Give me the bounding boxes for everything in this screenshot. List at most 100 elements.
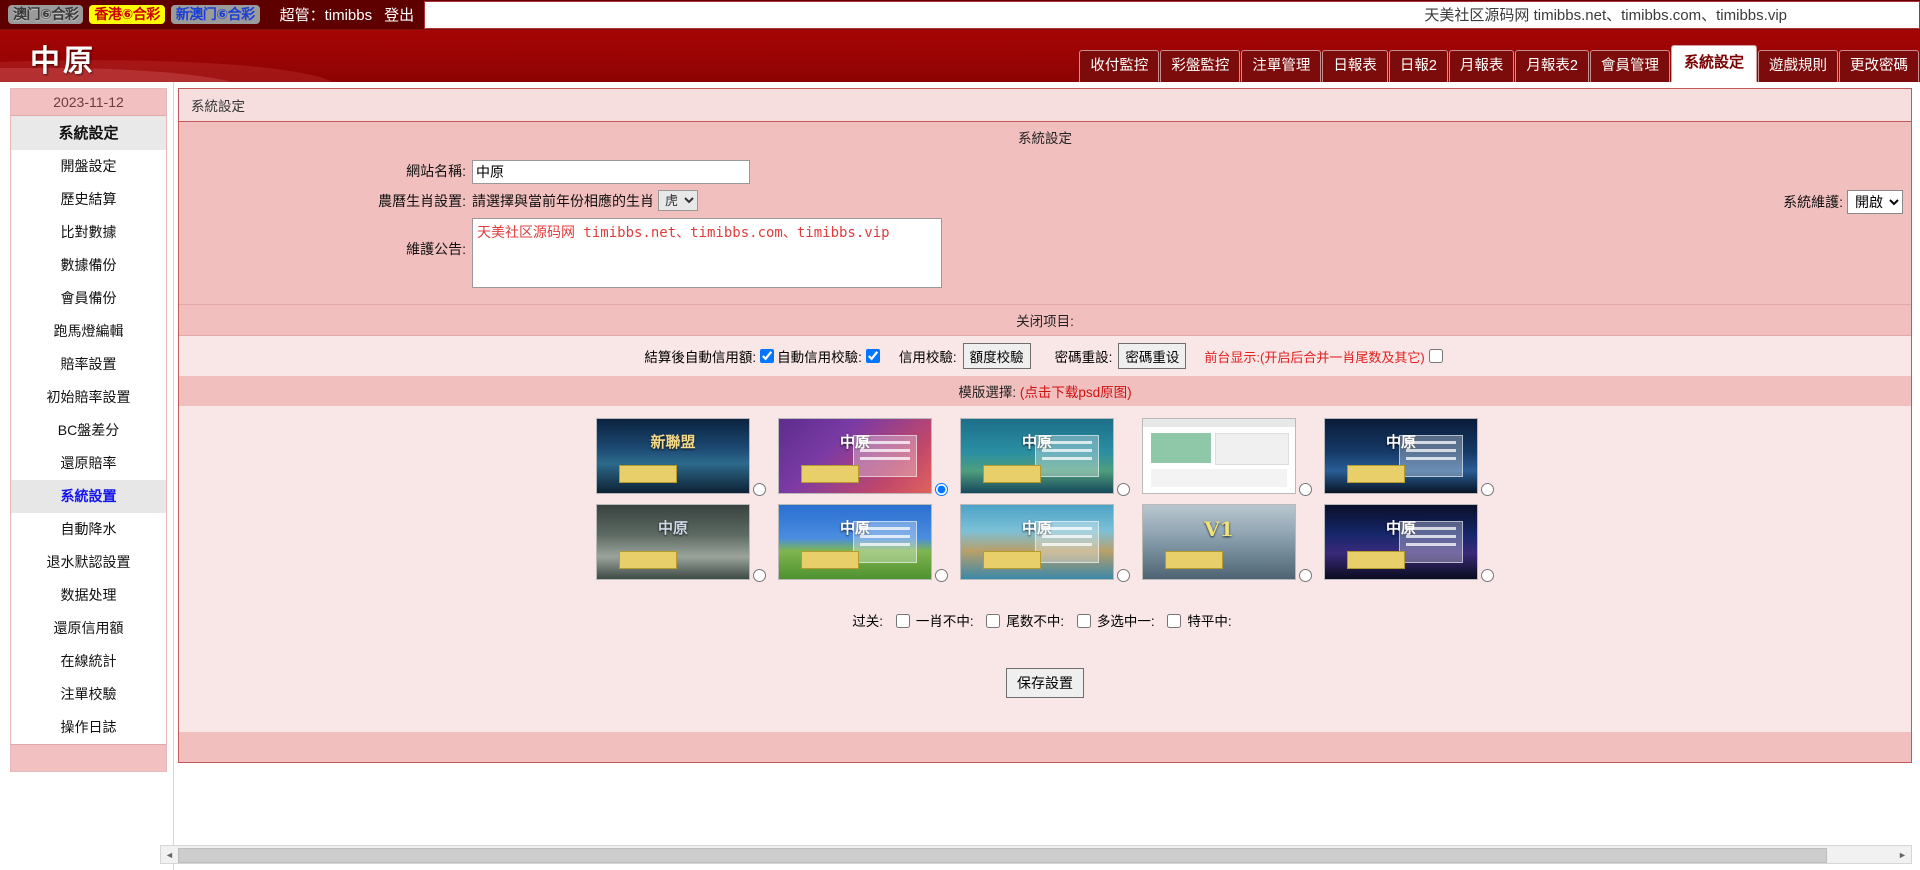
nav-item-payment-monitor[interactable]: 收付監控 [1079, 50, 1159, 82]
template-radio[interactable] [1117, 483, 1130, 496]
template-cell[interactable]: 中原 [778, 418, 948, 494]
nav-item-monthly-report-2[interactable]: 月報表2 [1515, 50, 1589, 82]
sidebar-item-initial-odds-settings[interactable]: 初始賠率設置 [11, 381, 166, 414]
sidebar-item-member-backup[interactable]: 會員備份 [11, 282, 166, 315]
notice-label: 維護公告: [179, 218, 472, 280]
credit-verify-button[interactable]: 額度校驗 [963, 343, 1031, 369]
template-cell[interactable]: 新聯盟 [596, 418, 766, 494]
nav-item-monthly-report[interactable]: 月報表 [1449, 50, 1515, 82]
nav-item-bet-management[interactable]: 注單管理 [1241, 50, 1321, 82]
sidebar-item-data-processing[interactable]: 数据处理 [11, 579, 166, 612]
template-cell[interactable]: V1 [1142, 504, 1312, 580]
sidebar-item-history-settlement[interactable]: 歷史結算 [11, 183, 166, 216]
auto-credit-checkbox[interactable] [760, 349, 774, 363]
template-thumbnail[interactable]: 中原 [778, 418, 932, 494]
sidebar-date: 2023-11-12 [11, 89, 166, 116]
template-thumbnail[interactable]: 中原 [960, 504, 1114, 580]
lottery-tag-macau[interactable]: 澳门⑥合彩 [8, 5, 83, 24]
scroll-left-arrow-icon[interactable]: ◄ [161, 847, 178, 862]
sidebar-item-system-config[interactable]: 系統設置 [11, 480, 166, 513]
template-cell[interactable] [1142, 418, 1312, 494]
logout-link[interactable]: 登出 [384, 7, 414, 24]
template-decor-bar [983, 551, 1041, 569]
site-logo: 中原 [30, 36, 96, 80]
front-display-checkbox[interactable] [1429, 349, 1443, 363]
template-radio[interactable] [1299, 569, 1312, 582]
nav-item-change-password[interactable]: 更改密碼 [1839, 50, 1919, 82]
scrollbar-thumb[interactable] [178, 848, 1827, 863]
lottery-tag-new-macau[interactable]: 新澳门⑥合彩 [171, 5, 260, 24]
nav-item-board-monitor[interactable]: 彩盤監控 [1160, 50, 1240, 82]
sidebar-item-online-stats[interactable]: 在線統計 [11, 645, 166, 678]
sidebar-item-auto-water-reduction[interactable]: 自動降水 [11, 513, 166, 546]
template-cell[interactable]: 中原 [960, 504, 1130, 580]
scrollbar-track[interactable] [178, 847, 1894, 862]
template-decor-card [853, 521, 917, 563]
pass-checkbox-one-zodiac[interactable] [896, 614, 910, 628]
template-band-label: 模版選擇: [958, 385, 1016, 400]
pass-checkbox-multi-select[interactable] [1077, 614, 1091, 628]
auto-credit-verify-checkbox[interactable] [866, 349, 880, 363]
template-radio[interactable] [1117, 569, 1130, 582]
template-radio[interactable] [935, 569, 948, 582]
template-download-link[interactable]: (点击下载psd原图) [1020, 385, 1132, 400]
save-zone: 保存設置 [179, 640, 1911, 732]
panel-header-title: 系統設定 [191, 99, 245, 114]
template-decor-bar [1165, 551, 1223, 569]
sidebar-item-compare-data[interactable]: 比對數據 [11, 216, 166, 249]
template-thumbnail[interactable]: 中原 [1324, 504, 1478, 580]
nav-item-member-management[interactable]: 會員管理 [1590, 50, 1670, 82]
template-thumbnail[interactable] [1142, 418, 1296, 494]
sidebar-item-data-backup[interactable]: 數據備份 [11, 249, 166, 282]
password-reset-segment: 密碼重設: 密碼重设 [1055, 343, 1187, 369]
template-cell[interactable]: 中原 [1324, 504, 1494, 580]
site-name-input[interactable] [472, 160, 750, 184]
panel-footer-strip [179, 732, 1911, 762]
template-thumbnail[interactable]: 中原 [778, 504, 932, 580]
save-settings-button[interactable]: 保存設置 [1006, 668, 1084, 698]
sidebar-item-restore-odds[interactable]: 還原賠率 [11, 447, 166, 480]
pass-checkbox-special-flat[interactable] [1167, 614, 1181, 628]
sidebar-item-open-board[interactable]: 開盤設定 [11, 150, 166, 183]
template-radio[interactable] [1481, 569, 1494, 582]
pass-checkbox-tail-number[interactable] [986, 614, 1000, 628]
pass-label-multi-select: 多选中一: [1097, 614, 1155, 629]
template-radio[interactable] [753, 569, 766, 582]
template-radio[interactable] [1299, 483, 1312, 496]
template-thumbnail[interactable]: 新聯盟 [596, 418, 750, 494]
nav-item-game-rules[interactable]: 遊戲規則 [1758, 50, 1838, 82]
lottery-tag-hongkong[interactable]: 香港⑥合彩 [89, 5, 164, 24]
template-thumbnail[interactable]: 中原 [960, 418, 1114, 494]
page-body: 2023-11-12 系統設定 開盤設定 歷史結算 比對數據 數據備份 會員備份… [0, 82, 1920, 870]
maintenance-select[interactable]: 開啟 [1847, 190, 1903, 214]
password-reset-button[interactable]: 密碼重设 [1118, 343, 1186, 369]
template-radio-selected[interactable] [935, 483, 948, 496]
scroll-right-arrow-icon[interactable]: ► [1894, 847, 1911, 862]
sidebar-item-marquee-edit[interactable]: 跑馬燈編輯 [11, 315, 166, 348]
sidebar-item-system-settings-head[interactable]: 系統設定 [11, 116, 166, 150]
template-cell[interactable]: 中原 [596, 504, 766, 580]
closed-items-title: 关闭项目: [179, 304, 1911, 335]
template-cell[interactable]: 中原 [960, 418, 1130, 494]
maintenance-notice-textarea[interactable]: 天美社区源码网 timibbs.net、timibbs.com、timibbs.… [472, 218, 942, 288]
sidebar-item-operation-log[interactable]: 操作日誌 [11, 711, 166, 744]
template-radio[interactable] [1481, 483, 1494, 496]
sidebar-item-bet-verification[interactable]: 注單校驗 [11, 678, 166, 711]
zodiac-select[interactable]: 虎 [658, 190, 698, 211]
template-thumbnail[interactable]: 中原 [1324, 418, 1478, 494]
template-thumbnail[interactable]: 中原 [596, 504, 750, 580]
sidebar-item-bc-board-diff[interactable]: BC盤差分 [11, 414, 166, 447]
template-thumbnail[interactable]: V1 [1142, 504, 1296, 580]
top-bar: 澳门⑥合彩 香港⑥合彩 新澳门⑥合彩 超管：timibbs登出 天美社区源码网 … [0, 0, 1920, 30]
sidebar-item-restore-credit[interactable]: 還原信用額 [11, 612, 166, 645]
template-cell[interactable]: 中原 [1324, 418, 1494, 494]
horizontal-scrollbar[interactable]: ◄ ► [160, 845, 1912, 864]
nav-item-daily-report-2[interactable]: 日報2 [1389, 50, 1448, 82]
nav-item-daily-report[interactable]: 日報表 [1322, 50, 1388, 82]
template-decor-card [1399, 435, 1463, 477]
sidebar-item-odds-settings[interactable]: 賠率設置 [11, 348, 166, 381]
nav-item-system-settings[interactable]: 系統設定 [1671, 45, 1757, 82]
sidebar-item-rebate-default-settings[interactable]: 退水默認設置 [11, 546, 166, 579]
template-cell[interactable]: 中原 [778, 504, 948, 580]
template-radio[interactable] [753, 483, 766, 496]
